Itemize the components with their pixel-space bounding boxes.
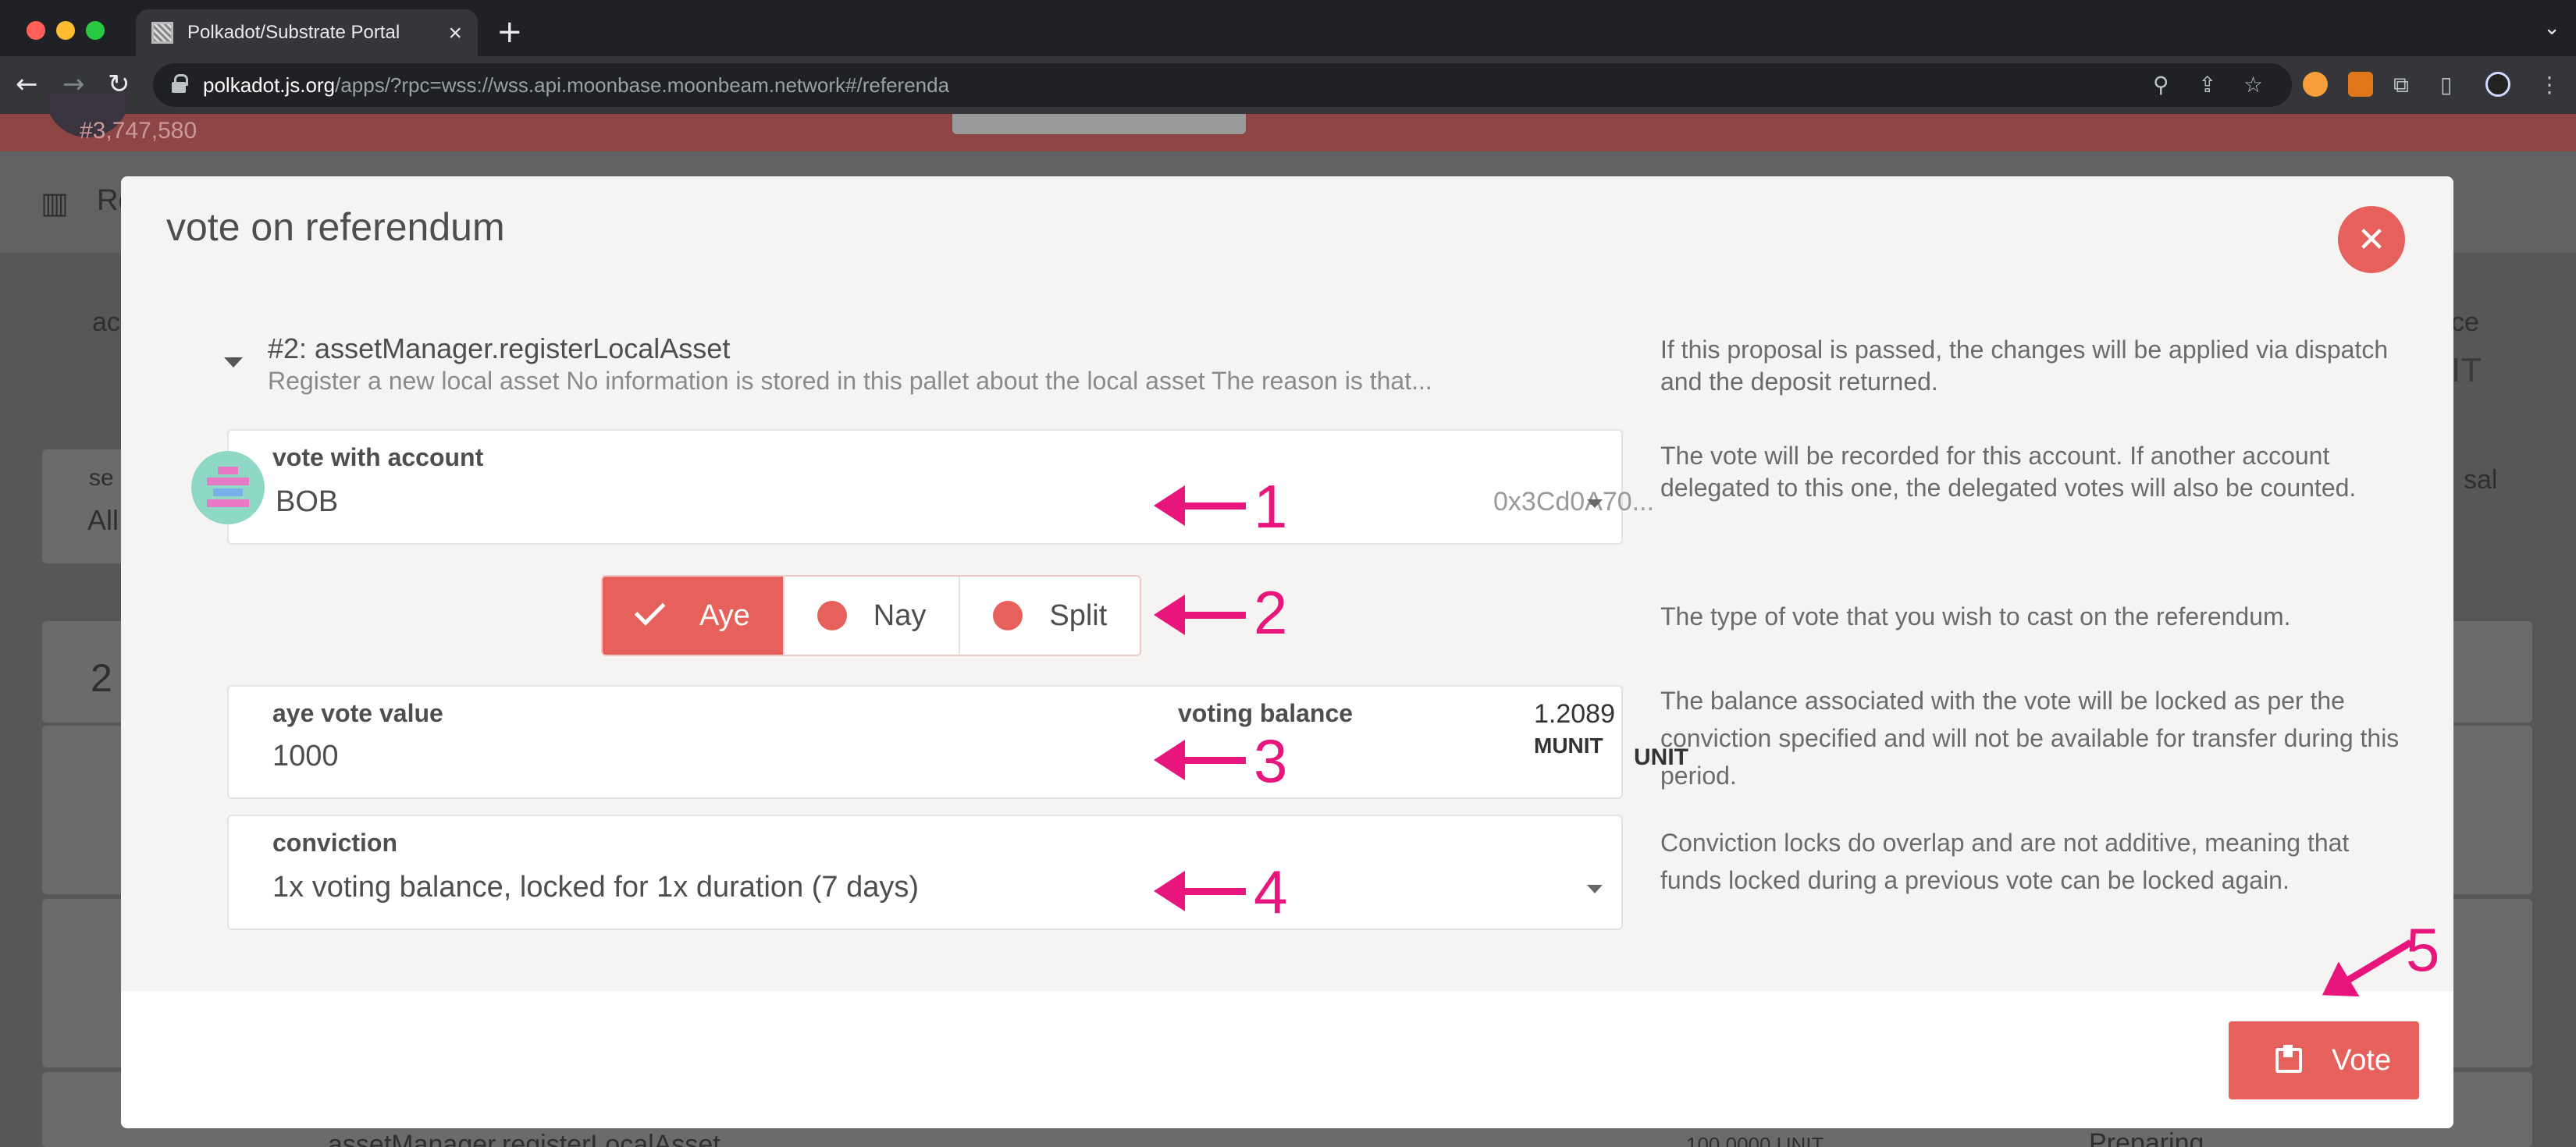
- account-address: 0x3Cd0A70...: [1493, 487, 1655, 517]
- vote-type-toggle: Aye Nay Split: [601, 575, 1142, 656]
- conviction-label: conviction: [272, 829, 398, 857]
- row-amount: 100.0000 UNIT: [1686, 1133, 1824, 1147]
- metamask-fox-icon[interactable]: [2348, 72, 2373, 97]
- aye-button[interactable]: Aye: [603, 577, 785, 655]
- close-window-icon[interactable]: [27, 21, 45, 40]
- back-icon[interactable]: ←: [16, 69, 38, 100]
- vote-button-label: Vote: [2332, 1043, 2392, 1077]
- tab-title: Polkadot/Substrate Portal: [187, 22, 400, 43]
- summary-label-proposal: sal: [2464, 465, 2498, 495]
- account-name: BOB: [276, 485, 339, 518]
- account-help: The vote will be recorded for this accou…: [1660, 442, 2357, 502]
- url-host: polkadot.js.org: [203, 73, 336, 97]
- new-tab-icon[interactable]: +: [496, 14, 523, 50]
- filter-label: se: [89, 465, 114, 491]
- share-icon[interactable]: ⇪: [2198, 72, 2216, 98]
- bookmark-star-icon[interactable]: ☆: [2243, 72, 2263, 98]
- site-favicon-icon: [151, 22, 173, 44]
- chevron-down-icon[interactable]: [1587, 499, 1603, 508]
- referenda-count: 2: [91, 656, 112, 700]
- conviction-select[interactable]: conviction 1x voting balance, locked for…: [227, 815, 1623, 930]
- close-icon: ✕: [2357, 219, 2386, 260]
- zoom-icon[interactable]: ⚲: [2153, 72, 2169, 98]
- annotation-4: 4: [1254, 858, 1288, 926]
- url-path: /apps/?rpc=wss://wss.api.moonbase.moonbe…: [335, 73, 950, 97]
- radio-dot-icon: [993, 601, 1023, 630]
- chevron-down-icon[interactable]: [1587, 885, 1603, 893]
- radio-dot-icon: [817, 601, 847, 630]
- filter-value: All: [87, 504, 119, 536]
- account-label: vote with account: [272, 443, 484, 471]
- conviction-value: 1x voting balance, locked for 1x duratio…: [272, 871, 920, 904]
- ballot-box-icon: [2275, 1045, 2302, 1073]
- modal-title: vote on referendum: [166, 205, 505, 249]
- split-button[interactable]: Split: [960, 577, 1140, 655]
- close-tab-icon[interactable]: ×: [448, 20, 462, 47]
- vote-type-help: The type of vote that you wish to cast o…: [1660, 602, 2291, 630]
- lock-icon: [172, 74, 188, 93]
- extension-p-icon[interactable]: [2303, 72, 2328, 97]
- annotation-3: 3: [1254, 726, 1288, 795]
- conviction-help: Conviction locks do overlap and are not …: [1660, 829, 2350, 894]
- annotation-arrow-3: [1154, 740, 1246, 780]
- page-header-button: [952, 114, 1246, 134]
- maximize-window-icon[interactable]: [86, 21, 105, 40]
- row-status: Preparing: [2089, 1128, 2204, 1147]
- proposal-description: Register a new local asset No informatio…: [268, 367, 1432, 395]
- browser-tab[interactable]: Polkadot/Substrate Portal ×: [136, 9, 478, 56]
- row-title: assetManager.registerLocalAsset: [328, 1130, 720, 1147]
- split-label: Split: [1049, 598, 1108, 632]
- vote-value-help: The balance associated with the vote wil…: [1660, 687, 2400, 790]
- proposal-title: #2: assetManager.registerLocalAsset: [268, 332, 731, 364]
- expand-caret-icon[interactable]: [224, 357, 243, 368]
- referenda-nav-icon: ▥: [41, 187, 69, 220]
- annotation-arrow-2: [1154, 595, 1246, 635]
- nay-label: Nay: [873, 598, 927, 632]
- chevron-down-icon[interactable]: ⌄: [2543, 16, 2560, 40]
- summary-value-right: IT: [2451, 351, 2482, 389]
- minimize-window-icon[interactable]: [56, 21, 75, 40]
- nay-button[interactable]: Nay: [784, 577, 961, 655]
- annotation-1: 1: [1254, 472, 1288, 541]
- annotation-arrow-4: [1154, 871, 1246, 911]
- extensions-puzzle-icon[interactable]: ⧉: [2393, 72, 2409, 98]
- voting-balance-value: 1.2089 MUNIT: [1534, 699, 1615, 758]
- voting-balance-label: voting balance: [1178, 699, 1354, 727]
- summary-label-right: ce: [2451, 307, 2479, 337]
- vote-value-input[interactable]: aye vote value 1000 voting balance 1.208…: [227, 685, 1688, 799]
- address-bar[interactable]: polkadot.js.org/apps/?rpc=wss://wss.api.…: [153, 63, 2292, 107]
- browser-tab-bar: Polkadot/Substrate Portal × + ⌄: [0, 0, 2576, 56]
- vote-value-label: aye vote value: [272, 699, 443, 727]
- annotation-5: 5: [2406, 915, 2440, 984]
- account-select[interactable]: vote with account BOB 0x3Cd0A70...: [227, 429, 1654, 545]
- vote-button[interactable]: Vote: [2229, 1021, 2419, 1099]
- check-icon: [634, 595, 666, 626]
- block-number: #3,747,580: [80, 118, 197, 144]
- annotation-arrow-1: [1154, 485, 1246, 526]
- aye-label: Aye: [699, 598, 750, 632]
- modal-footer: [121, 991, 2453, 1128]
- proposal-help: If this proposal is passed, the changes …: [1660, 336, 2389, 396]
- vote-modal: vote on referendum ✕ #2: assetManager.re…: [121, 176, 2453, 1128]
- sidebar-icon[interactable]: ▯: [2440, 72, 2452, 98]
- page-header: [0, 114, 2576, 151]
- browser-menu-icon[interactable]: ⋮: [2539, 72, 2560, 98]
- annotation-2: 2: [1254, 578, 1288, 647]
- vote-value-amount: 1000: [272, 740, 339, 772]
- summary-label-left: ac: [92, 307, 120, 337]
- account-identicon: [191, 451, 265, 524]
- profile-avatar[interactable]: [2485, 72, 2510, 97]
- close-button[interactable]: ✕: [2338, 206, 2405, 273]
